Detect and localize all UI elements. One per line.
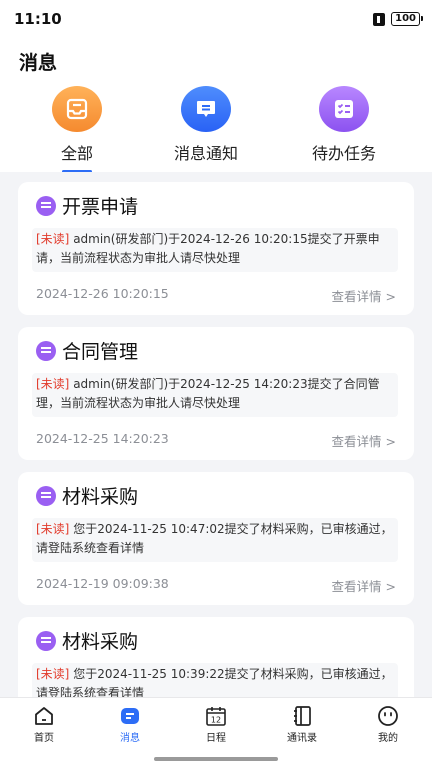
card-date: 2024-12-26 10:20:15: [36, 286, 169, 301]
app-badge-icon: [36, 630, 56, 651]
app-badge-icon: [36, 485, 56, 506]
nav-schedule[interactable]: 12 日程: [186, 704, 246, 744]
contacts-icon: [294, 706, 311, 726]
card-body-text: admin(研发部门)于2024-12-25 14:20:23提交了合同管理，当…: [36, 377, 380, 410]
home-indicator[interactable]: [154, 757, 278, 761]
nav-home-label: 首页: [34, 733, 54, 744]
view-details-link[interactable]: 查看详情 >: [332, 286, 396, 305]
nav-home[interactable]: 首页: [14, 704, 74, 744]
message-card[interactable]: 材料采购 [未读] 您于2024-11-25 10:39:22提交了材料采购，已…: [18, 617, 414, 697]
battery-icon: 100: [391, 12, 423, 26]
profile-face-icon: [378, 706, 398, 726]
card-body: [未读] admin(研发部门)于2024-12-26 10:20:15提交了开…: [32, 228, 398, 272]
nav-profile-label: 我的: [378, 733, 398, 744]
tab-notifications-label: 消息通知: [173, 144, 238, 163]
card-date: 2024-12-25 14:20:23: [36, 431, 169, 446]
message-card[interactable]: 材料采购 [未读] 您于2024-11-25 10:47:02提交了材料采购，已…: [18, 472, 414, 605]
card-title: 材料采购: [62, 631, 139, 653]
tab-todo-label: 待办任务: [311, 144, 376, 163]
home-icon: [35, 707, 53, 725]
card-header: 材料采购: [36, 627, 138, 654]
card-body: [未读] 您于2024-11-25 10:47:02提交了材料采购，已审核通过，…: [32, 518, 398, 562]
unread-tag: [未读]: [36, 377, 70, 391]
message-card[interactable]: 合同管理 [未读] admin(研发部门)于2024-12-25 14:20:2…: [18, 327, 414, 460]
nfc-icon: [373, 12, 386, 26]
task-list-icon: [319, 86, 369, 132]
nav-schedule-label: 日程: [206, 733, 226, 744]
status-icons: 100: [373, 12, 423, 26]
card-body-text: admin(研发部门)于2024-12-26 10:20:15提交了开票申请，当…: [36, 232, 380, 265]
unread-tag: [未读]: [36, 522, 70, 536]
unread-tag: [未读]: [36, 667, 70, 681]
card-body: [未读] 您于2024-11-25 10:39:22提交了材料采购，已审核通过，…: [32, 663, 398, 697]
card-header: 材料采购: [36, 482, 138, 509]
card-title: 合同管理: [62, 341, 139, 363]
inbox-icon: [52, 86, 102, 132]
card-header: 开票申请: [36, 192, 138, 219]
tab-all[interactable]: 全部: [22, 86, 132, 173]
page-title: 消息: [19, 52, 58, 74]
card-title: 材料采购: [62, 486, 139, 508]
unread-tag: [未读]: [36, 232, 70, 246]
card-title: 开票申请: [62, 196, 139, 218]
card-footer: 2024-12-25 14:20:23 查看详情 >: [36, 431, 396, 450]
card-body-text: 您于2024-11-25 10:47:02提交了材料采购，已审核通过，请登陆系统…: [36, 522, 393, 555]
message-card[interactable]: 开票申请 [未读] admin(研发部门)于2024-12-26 10:20:1…: [18, 182, 414, 315]
svg-text:12: 12: [211, 716, 221, 725]
card-body: [未读] admin(研发部门)于2024-12-25 14:20:23提交了合…: [32, 373, 398, 417]
tab-todo[interactable]: 待办任务: [289, 86, 399, 164]
message-icon: [121, 708, 139, 724]
message-list[interactable]: 开票申请 [未读] admin(研发部门)于2024-12-26 10:20:1…: [0, 172, 432, 697]
status-time: 11:10: [14, 10, 62, 28]
tab-all-label: 全部: [60, 144, 93, 163]
chat-bubble-icon: [181, 86, 231, 132]
app-badge-icon: [36, 195, 56, 216]
view-details-link[interactable]: 查看详情 >: [332, 431, 396, 450]
nav-contacts-label: 通讯录: [287, 733, 317, 744]
card-header: 合同管理: [36, 337, 138, 364]
view-details-link[interactable]: 查看详情 >: [332, 576, 396, 595]
nav-profile[interactable]: 我的: [358, 704, 418, 744]
status-bar: 11:10 100: [0, 0, 432, 40]
app-badge-icon: [36, 340, 56, 361]
card-footer: 2024-12-26 10:20:15 查看详情 >: [36, 286, 396, 305]
message-category-tabs: 全部 消息通知 待办任务: [0, 86, 432, 173]
card-footer: 2024-12-19 09:09:38 查看详情 >: [36, 576, 396, 595]
nav-messages[interactable]: 消息: [100, 704, 160, 744]
tab-notifications[interactable]: 消息通知: [151, 86, 261, 164]
calendar-icon: 12: [206, 707, 226, 726]
card-body-text: 您于2024-11-25 10:39:22提交了材料采购，已审核通过，请登陆系统…: [36, 667, 393, 697]
nav-messages-label: 消息: [120, 733, 140, 744]
nav-contacts[interactable]: 通讯录: [272, 704, 332, 744]
card-date: 2024-12-19 09:09:38: [36, 576, 169, 591]
